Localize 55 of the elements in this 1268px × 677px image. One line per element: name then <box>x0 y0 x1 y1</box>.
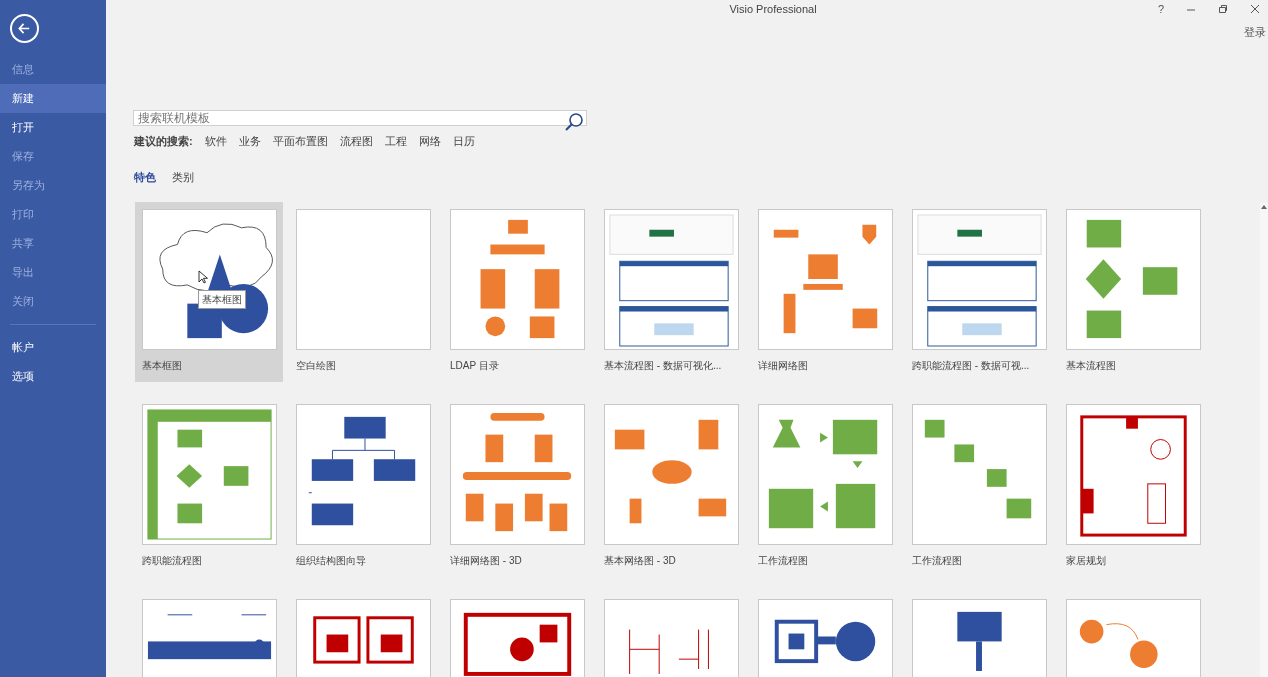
suggested-search-link[interactable]: 日历 <box>452 132 475 149</box>
template-label: 跨职能流程图 <box>142 553 203 568</box>
sign-in-link[interactable]: 登录 <box>1244 24 1266 41</box>
template-tile[interactable]: 工作流程图 <box>751 396 899 577</box>
tab[interactable]: 特色 <box>134 169 156 186</box>
back-arrow-icon <box>17 21 32 36</box>
suggested-search-link[interactable]: 网络 <box>418 132 441 149</box>
template-tile[interactable]: 基本流程图 - 数据可视化... <box>597 201 745 382</box>
suggested-search-link[interactable]: 工程 <box>384 132 407 149</box>
template-tile[interactable]: 详细网络图 - 3D <box>443 396 591 577</box>
template-tile[interactable]: 详细网络图 <box>751 201 899 382</box>
template-label: 详细网络图 - 3D <box>450 553 523 568</box>
menu-item[interactable]: 打开 <box>0 113 106 142</box>
menu-item[interactable]: 帐户 <box>0 333 106 362</box>
template-label: 详细网络图 <box>758 358 809 373</box>
menu-item[interactable]: 新建 <box>0 84 106 113</box>
suggested-search-link[interactable]: 软件 <box>204 132 227 149</box>
template-label: 基本框图 <box>142 358 183 373</box>
close-icon[interactable] <box>1250 4 1260 15</box>
suggested-search-link[interactable]: 业务 <box>238 132 261 149</box>
template-tile[interactable]: 组织结构图向导 <box>289 396 437 577</box>
diagram-drawing <box>957 611 1002 671</box>
search-field[interactable]: 搜索联机模板 <box>133 109 587 126</box>
scroll-up-icon[interactable] <box>1260 203 1268 211</box>
template-tile[interactable]: 工作流程图 <box>905 396 1053 577</box>
suggested-searches-label: 建议的搜索: <box>134 133 193 149</box>
template-tile[interactable]: 家居规划 <box>1059 396 1207 577</box>
template-label: 家居规划 <box>1066 553 1107 568</box>
template-label: LDAP 目录 <box>450 358 500 373</box>
template-tile[interactable]: LDAP 目录 <box>443 201 591 382</box>
search-icon[interactable] <box>564 111 584 132</box>
template-label: 基本流程图 <box>1066 358 1117 373</box>
suggested-search-link[interactable]: 平面布置图 <box>272 132 328 149</box>
help-button[interactable]: ? <box>1157 1 1164 18</box>
tab[interactable]: 类别 <box>172 169 194 186</box>
template-label: 组织结构图向导 <box>296 553 367 568</box>
scrollbar[interactable] <box>1260 203 1268 677</box>
restore-icon[interactable] <box>1218 4 1228 15</box>
menu-item[interactable]: 选项 <box>0 362 106 391</box>
template-tile[interactable]: 基本流程图 <box>1059 201 1207 382</box>
window-title: Visio Professional <box>729 2 817 17</box>
template-tile[interactable]: 基本框图 基本框图 <box>135 201 283 382</box>
back-button[interactable] <box>10 14 39 43</box>
template-label: 工作流程图 <box>912 553 963 568</box>
template-label: 跨职能流程图 - 数据可视... <box>912 358 1031 373</box>
template-tile[interactable]: 跨职能流程图 <box>135 396 283 577</box>
template-label: 基本网络图 - 3D <box>604 553 677 568</box>
template-tile[interactable]: 空白绘图 <box>289 201 437 382</box>
template-tile[interactable]: 基本网络图 - 3D <box>597 396 745 577</box>
cursor-icon <box>198 269 208 284</box>
template-label: 基本流程图 - 数据可视化... <box>604 358 723 373</box>
template-label: 工作流程图 <box>758 553 809 568</box>
template-tile[interactable]: 跨职能流程图 - 数据可视... <box>905 201 1053 382</box>
suggested-search-link[interactable]: 流程图 <box>339 132 373 149</box>
template-label: 空白绘图 <box>296 358 337 373</box>
